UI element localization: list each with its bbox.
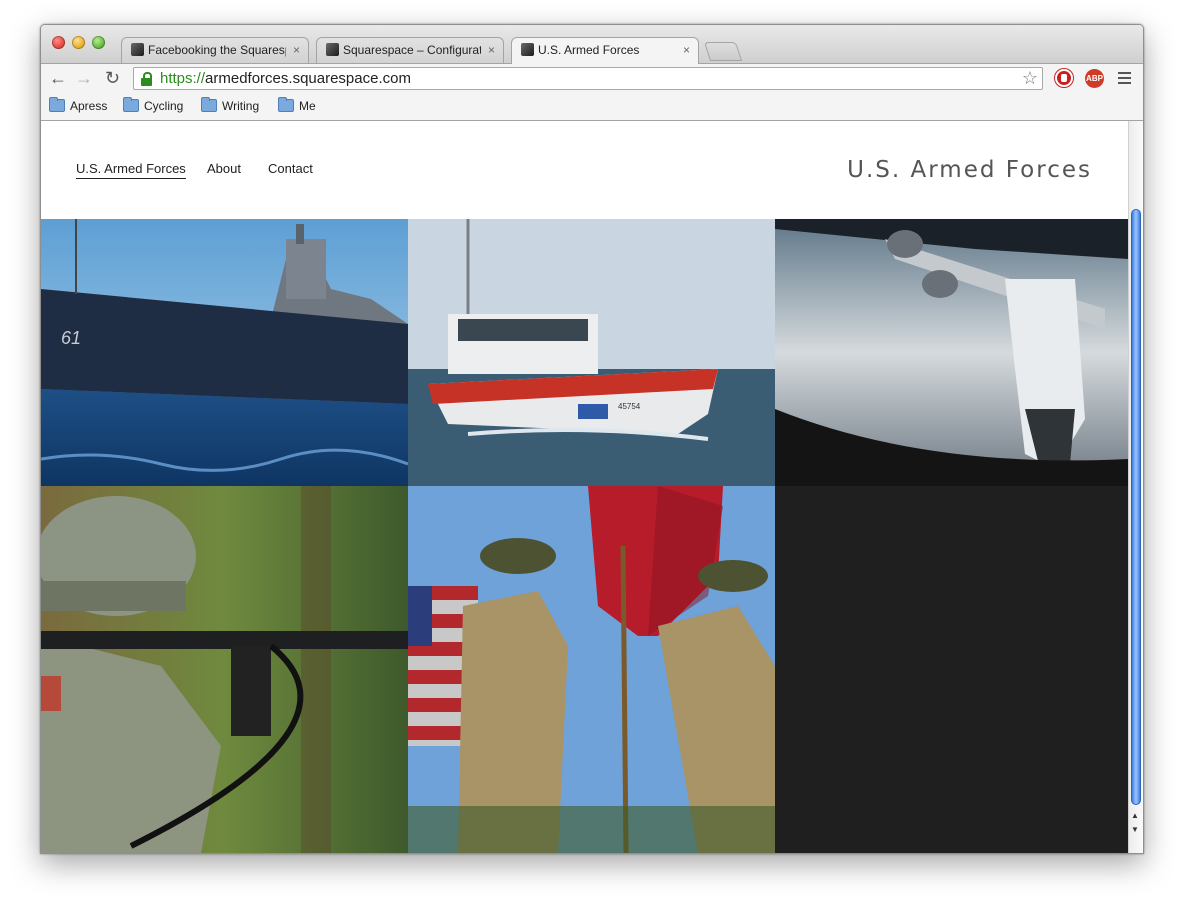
tab-close-icon[interactable]: × [488,38,495,62]
tab-facebooking[interactable]: Facebooking the Squarespace × [121,37,309,63]
tab-close-icon[interactable]: × [293,38,300,62]
bookmark-folder-apress[interactable]: Apress [49,97,108,113]
minimize-window-button[interactable] [72,36,85,49]
nav-link-home[interactable]: U.S. Armed Forces [76,161,186,179]
browser-window: Facebooking the Squarespace × Squarespac… [40,24,1144,854]
site-title[interactable]: U.S. Armed Forces [847,157,1092,183]
svg-text:45754: 45754 [618,402,641,411]
zoom-window-button[interactable] [92,36,105,49]
stop-extension-icon[interactable] [1055,69,1073,87]
bookmark-star-icon[interactable]: ☆ [1022,68,1038,89]
squarespace-favicon-icon [131,43,144,56]
adblock-plus-icon[interactable]: ABP [1085,69,1104,88]
url-text: https://armedforces.squarespace.com [160,70,411,87]
nav-link-contact[interactable]: Contact [268,161,313,176]
page-scrollbar[interactable]: ▲ ▼ [1128,121,1143,853]
url-scheme: https:// [160,70,206,87]
lock-icon [141,72,152,86]
bookmark-folder-me[interactable]: Me [278,97,316,113]
bookmark-folder-cycling[interactable]: Cycling [123,97,184,113]
squarespace-favicon-icon [521,43,534,56]
browser-toolbar: ← → ↻ https://armedforces.squarespace.co… [41,63,1143,94]
folder-icon [201,97,217,112]
back-arrow-icon[interactable]: ← [49,68,67,88]
browser-menu-icon[interactable] [1118,72,1131,84]
tab-strip: Facebooking the Squarespace × Squarespac… [41,25,1143,64]
forward-arrow-icon[interactable]: → [75,68,93,88]
bookmarks-bar: Apress Cycling Writing Me [41,93,1143,121]
scroll-down-arrow-icon[interactable]: ▼ [1131,825,1139,834]
gallery-image-battleship[interactable]: 61 [41,219,408,486]
svg-text:61: 61 [61,328,81,348]
bookmark-label: Writing [222,99,260,113]
tab-configuration[interactable]: Squarespace – Configuration × [316,37,504,63]
scroll-up-arrow-icon[interactable]: ▲ [1131,811,1139,820]
gallery-image-aircraft-refueling[interactable] [775,219,1128,486]
bookmark-folder-writing[interactable]: Writing [201,97,260,113]
gallery-image-coast-guard-boat[interactable]: 45754 [408,219,775,486]
folder-icon [49,97,65,112]
bookmark-label: Me [299,99,316,113]
gallery-image-soldier-with-rifle[interactable] [41,486,408,853]
web-page: U.S. Armed Forces About Contact U.S. Arm… [41,121,1128,853]
scrollbar-thumb[interactable] [1131,209,1141,805]
folder-icon [123,97,139,112]
tab-title: U.S. Armed Forces [538,43,640,57]
url-host: armedforces.squarespace.com [205,70,411,87]
squarespace-favicon-icon [326,43,339,56]
reload-icon[interactable]: ↻ [105,68,120,88]
address-bar[interactable]: https://armedforces.squarespace.com ☆ [133,67,1043,90]
nav-link-about[interactable]: About [207,161,241,176]
tab-title: Facebooking the Squarespace [148,43,286,57]
folder-icon [278,97,294,112]
tab-close-icon[interactable]: × [683,38,690,62]
gallery-empty-tile [775,486,1128,853]
image-gallery: 61 45754 [41,219,1128,853]
new-tab-button[interactable] [703,42,743,61]
close-window-button[interactable] [52,36,65,49]
tab-armed-forces[interactable]: U.S. Armed Forces × [511,37,699,64]
gallery-image-marine-flag-ceremony[interactable] [408,486,775,853]
bookmark-label: Cycling [144,99,184,113]
bookmark-label: Apress [70,99,108,113]
tab-title: Squarespace – Configuration [343,43,481,57]
